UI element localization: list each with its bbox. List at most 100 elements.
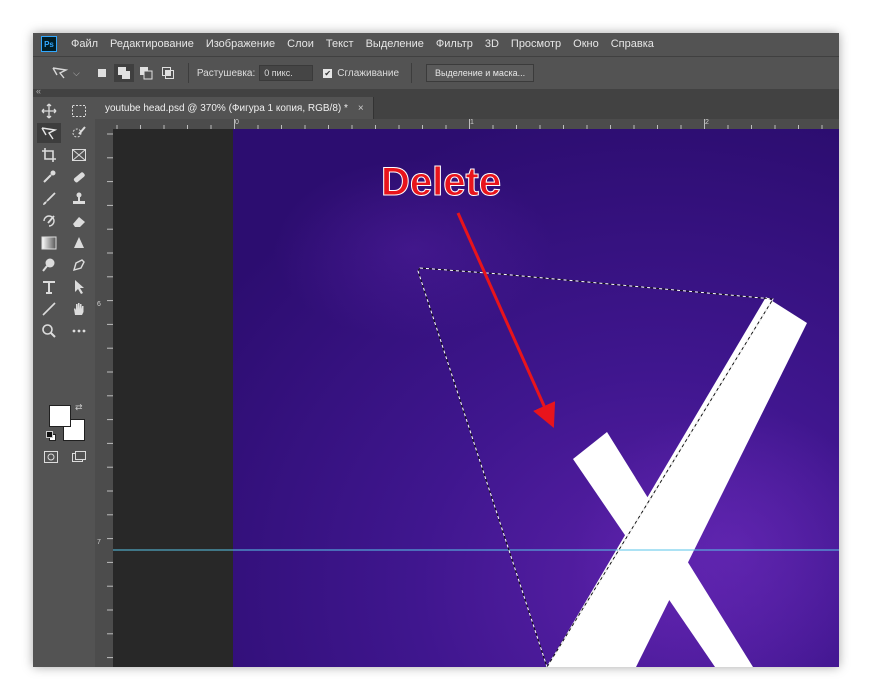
line-tool[interactable] [37, 299, 61, 319]
select-and-mask-button[interactable]: Выделение и маска... [426, 64, 535, 82]
eraser-tool[interactable] [67, 211, 91, 231]
polygonal-lasso-icon [52, 67, 69, 79]
brush-icon [43, 192, 56, 205]
menu-3d[interactable]: 3D [485, 38, 499, 50]
feather-label: Растушевка: [196, 67, 256, 79]
quick-mask-icon [44, 451, 58, 463]
frame-icon [72, 149, 86, 161]
menu-bar: Ps Файл Редактирование Изображение Слои … [33, 33, 839, 55]
intersect-selection-icon [161, 67, 174, 79]
antialias-checkbox[interactable]: ✔ [323, 68, 333, 78]
lasso-tool[interactable] [37, 123, 61, 143]
eyedropper-icon [43, 170, 56, 183]
arrow-cursor-icon [75, 280, 84, 294]
add-to-selection-button[interactable] [113, 64, 134, 82]
menu-help[interactable]: Справка [611, 38, 654, 50]
ruler-label-6: 6 [97, 301, 101, 308]
ruler-ticks [116, 119, 823, 129]
document-tab-bar: youtube head.psd @ 370% (Фигура 1 копия,… [95, 97, 839, 119]
line-icon [42, 302, 56, 316]
menu-file[interactable]: Файл [71, 38, 98, 50]
brush-tool[interactable] [37, 189, 61, 209]
dodge-icon [42, 258, 55, 272]
bandage-icon [73, 172, 85, 183]
rect-marquee-icon [72, 105, 86, 117]
path-select-tool[interactable] [67, 277, 91, 297]
ellipsis-icon [72, 329, 86, 333]
foreground-color-swatch[interactable] [49, 405, 71, 427]
zoom-tool[interactable] [37, 321, 61, 341]
menu-window[interactable]: Окно [573, 38, 599, 50]
quick-select-tool[interactable] [67, 123, 91, 143]
menu-filter[interactable]: Фильтр [436, 38, 473, 50]
tools-panel: ⇄ [33, 97, 96, 667]
menu-edit[interactable]: Редактирование [110, 38, 194, 50]
type-tool[interactable] [37, 277, 61, 297]
pen-icon [72, 259, 85, 272]
vertical-ruler[interactable]: 6 7 [95, 129, 114, 667]
blur-tool[interactable] [67, 233, 91, 253]
separator [411, 63, 413, 83]
stamp-icon [73, 192, 85, 204]
eyedropper-tool[interactable] [37, 167, 61, 187]
menu-view[interactable]: Просмотр [511, 38, 561, 50]
screen-mode-icon [72, 451, 86, 462]
ps-logo[interactable]: Ps [41, 36, 57, 52]
move-tool[interactable] [37, 101, 61, 121]
hand-icon [74, 303, 84, 315]
ruler-label-1: 1 [470, 119, 474, 126]
menu-image[interactable]: Изображение [206, 38, 275, 50]
dodge-tool[interactable] [37, 255, 61, 275]
annotation-label: Delete [381, 160, 501, 204]
more-tools[interactable] [67, 321, 91, 341]
tool-preset-picker[interactable] [49, 64, 71, 82]
ruler-label-7: 7 [97, 539, 101, 546]
add-selection-icon [117, 67, 130, 79]
menu-select[interactable]: Выделение [366, 38, 424, 50]
marquee-tool[interactable] [67, 101, 91, 121]
screen-mode-button[interactable] [67, 447, 91, 467]
document-canvas[interactable]: Delete [113, 129, 839, 667]
new-selection-icon [97, 69, 106, 77]
double-chevron-icon: « [36, 86, 42, 96]
photoshop-window: Ps Файл Редактирование Изображение Слои … [33, 33, 839, 667]
stamp-tool[interactable] [67, 189, 91, 209]
intersect-selection-button[interactable] [158, 64, 178, 82]
eraser-icon [73, 217, 85, 227]
subtract-from-selection-button[interactable] [136, 64, 156, 82]
history-brush-icon [43, 215, 55, 227]
history-brush-tool[interactable] [37, 211, 61, 231]
antialias-label: Сглаживание [337, 67, 400, 79]
default-colors-icon[interactable] [46, 431, 56, 441]
swap-colors-icon[interactable]: ⇄ [75, 402, 83, 413]
document-tab-title: youtube head.psd @ 370% (Фигура 1 копия,… [105, 102, 348, 114]
crop-tool[interactable] [37, 145, 61, 165]
menu-type[interactable]: Текст [326, 38, 354, 50]
ruler-label-0: 0 [235, 119, 239, 126]
hand-tool[interactable] [67, 299, 91, 319]
close-icon[interactable]: × [358, 103, 364, 114]
pen-tool[interactable] [67, 255, 91, 275]
crop-icon [42, 148, 56, 162]
quick-mask-button[interactable] [39, 447, 63, 467]
move-icon [41, 103, 57, 119]
frame-tool[interactable] [67, 145, 91, 165]
separator [187, 63, 189, 83]
zoom-icon [42, 324, 56, 338]
panel-collapse-strip[interactable]: « [33, 86, 839, 97]
subtract-selection-icon [139, 67, 153, 80]
ruler-corner[interactable] [95, 119, 113, 129]
healing-tool[interactable] [67, 167, 91, 187]
feather-input[interactable] [259, 65, 314, 81]
chevron-down-icon[interactable]: ⌵ [73, 68, 80, 79]
options-bar: ⌵ Растушевка: ✔ Сглаживание Выделение и … [33, 56, 839, 90]
ruler-ticks [107, 133, 113, 659]
new-selection-button[interactable] [92, 64, 112, 82]
quick-selection-icon [72, 126, 86, 138]
document-tab[interactable]: youtube head.psd @ 370% (Фигура 1 копия,… [95, 97, 374, 119]
menu-layers[interactable]: Слои [287, 38, 314, 50]
polygonal-lasso-icon [41, 127, 58, 140]
gradient-tool[interactable] [37, 233, 61, 253]
blur-icon [74, 237, 84, 248]
gradient-icon [41, 236, 57, 250]
